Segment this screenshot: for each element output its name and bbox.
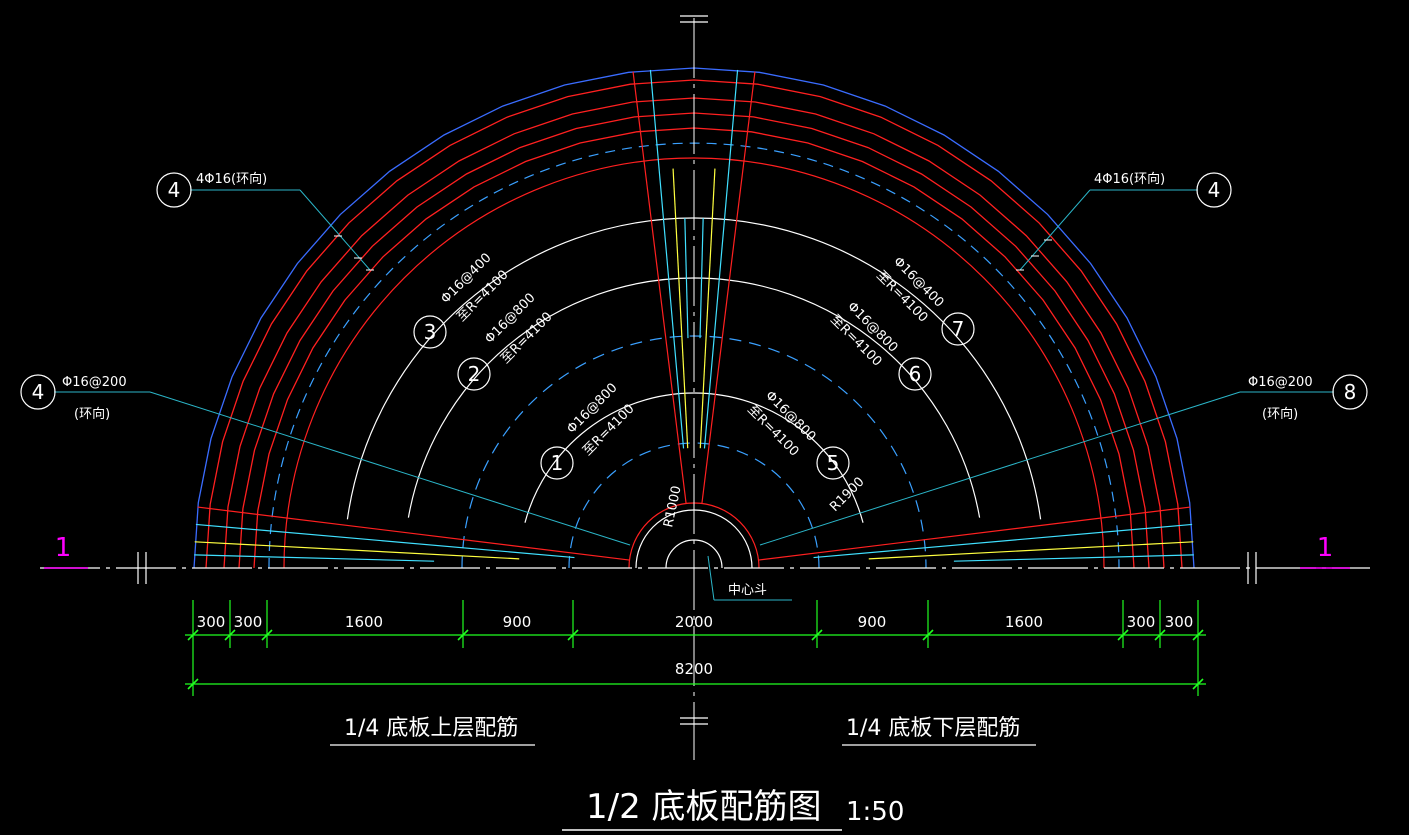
drawing-title: 1/2 底板配筋图 xyxy=(586,787,822,827)
section-mark-right: 1 xyxy=(1317,533,1334,563)
radial-bar-0 xyxy=(632,71,687,504)
drawing-scale: 1:50 xyxy=(846,797,904,827)
callout-text-sub: (环向) xyxy=(1262,406,1298,422)
dim-text-2: 300 xyxy=(234,613,263,631)
dim-text-6: 900 xyxy=(858,613,887,631)
section-mark-left: 1 xyxy=(55,533,72,563)
callout-number: 7 xyxy=(952,317,965,341)
callout-number: 2 xyxy=(468,362,481,386)
radial-bar-3 xyxy=(703,69,739,449)
callout-text: Φ16@200 xyxy=(62,375,127,390)
callout-number: 5 xyxy=(827,451,840,475)
right-caption: 1/4 底板下层配筋 xyxy=(846,716,1020,741)
callout-number: 8 xyxy=(1344,380,1357,404)
radial-bar-15 xyxy=(194,554,435,562)
leader-3 xyxy=(1019,189,1091,271)
radial-bar-9 xyxy=(197,506,630,561)
callout-number: 4 xyxy=(32,380,45,404)
radial-bar-14 xyxy=(953,554,1194,562)
leader-8 xyxy=(707,555,715,601)
dim-text-4: 900 xyxy=(503,613,532,631)
radial-bar-11 xyxy=(195,523,575,559)
dim-text-9: 300 xyxy=(1165,613,1194,631)
radial-bar-1 xyxy=(701,71,756,504)
dim-text-total: 8200 xyxy=(675,660,713,678)
callout-1: 1 Φ16@800 至R=4100 xyxy=(540,381,638,480)
radial-bar-8 xyxy=(758,506,1191,561)
dim-text-1: 300 xyxy=(197,613,226,631)
radius-label-r1000: R1000 xyxy=(661,485,684,529)
radial-bar-2 xyxy=(649,69,685,449)
callout-number: 6 xyxy=(909,362,922,386)
callout-number: 1 xyxy=(551,451,564,475)
callout-text: Φ16@200 xyxy=(1248,375,1313,390)
callout-8-right: 8 Φ16@200 (环向) xyxy=(1248,374,1368,422)
callout-number: 4 xyxy=(1208,178,1221,202)
dim-text-3: 1600 xyxy=(345,613,383,631)
dim-text-7: 1600 xyxy=(1005,613,1043,631)
callout-text: 4Φ16(环向) xyxy=(1094,171,1165,187)
radial-bar-10 xyxy=(813,523,1193,559)
center-label: 中心斗 xyxy=(728,583,767,598)
callout-text: 4Φ16(环向) xyxy=(196,171,267,187)
radius-label-r1900: R1900 xyxy=(827,474,867,514)
dim-text-8: 300 xyxy=(1127,613,1156,631)
callout-number: 4 xyxy=(168,178,181,202)
left-caption: 1/4 底板上层配筋 xyxy=(344,716,518,741)
callout-number: 3 xyxy=(424,320,437,344)
callout-4-top-right: 4 4Φ16(环向) xyxy=(1094,171,1232,208)
callout-5: 5 Φ16@800 至R=4100 xyxy=(744,388,850,480)
rebar-drawing-canvas: 300 300 1600 900 2000 900 1600 300 300 8… xyxy=(0,0,1409,835)
drawing-geometry xyxy=(40,15,1370,831)
callout-4-left: 4 Φ16@200 (环向) xyxy=(20,374,127,422)
callout-text-sub: (环向) xyxy=(74,406,110,422)
callout-4-top-left: 4 4Φ16(环向) xyxy=(156,171,267,208)
dim-text-5: 2000 xyxy=(675,613,713,631)
